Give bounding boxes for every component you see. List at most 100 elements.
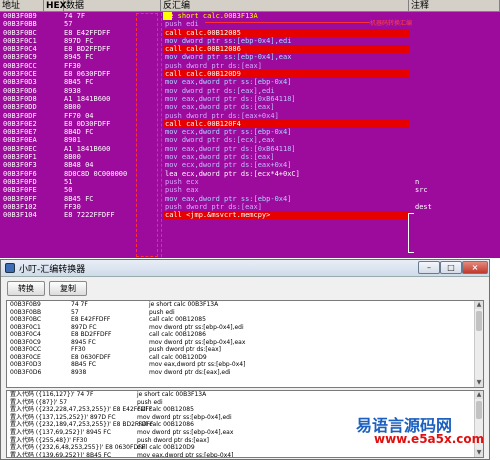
app-icon: [5, 263, 15, 273]
watermark-url: www.e5a5x.com: [374, 432, 485, 446]
line-inline-code: 置入代码 ({137,69,252})' 8945 FC: [10, 428, 111, 436]
row-hex-bytes: 8D0C8D 0C000000: [64, 169, 128, 178]
line-assembly: mov dword ptr ss:[ebp-0x4],eax: [137, 428, 234, 436]
row-hex-bytes: 8B48 04: [64, 161, 94, 170]
window-title: 小叮-汇编转换器: [19, 265, 86, 275]
column-header-disassembly[interactable]: 反汇编: [161, 0, 409, 12]
row-address: 00B3F0CE: [3, 70, 37, 79]
converter-titlebar[interactable]: 小叮-汇编转换器 – □ ×: [1, 260, 489, 277]
line-assembly: push dword ptr ds:[eax]: [149, 346, 222, 353]
input-textarea[interactable]: 00B3F0B9 74 7F je short calc 00B3F13A 00B3F…: [6, 300, 484, 388]
line-assembly: je short calc 00B3F13A: [137, 391, 207, 398]
input-line: 00B3F0BB 57 push edi: [7, 309, 483, 317]
row-hex-bytes: 50: [64, 186, 73, 195]
row-hex-bytes: FF30: [64, 202, 81, 211]
line-assembly: call calc 00B12085: [149, 316, 206, 323]
row-address: 00B3F0C9: [3, 53, 37, 62]
line-inline-code: 置入代码 ({232,189,47,253,255})' E8 BD2FFDFF: [10, 421, 154, 429]
line-hex: 897D FC: [71, 323, 97, 331]
line-address: 00B3F0D3: [10, 361, 42, 368]
row-address: 00B3F0E2: [3, 119, 37, 128]
annotation-label: 机器码转换汇编: [370, 20, 413, 27]
row-hex-bytes: A1 1841B600: [64, 144, 111, 153]
minimize-button[interactable]: –: [418, 261, 440, 274]
column-header-hex[interactable]: HEX: [44, 0, 67, 12]
row-hex-bytes: 8B45 FC: [64, 78, 94, 87]
line-assembly: mov dword ptr ss:[ebp-0x4],edi: [149, 323, 244, 331]
input-listing: 00B3F0B9 74 7F je short calc 00B3F13A 00B3F…: [7, 301, 483, 376]
line-hex: 8945 FC: [71, 338, 96, 346]
row-hex-bytes: 74 7F: [64, 12, 86, 20]
line-assembly: call calc 00B120D9: [149, 353, 207, 361]
input-line: 00B3F0C1 897D FC mov dword ptr ss:[ebp-0x4…: [7, 324, 483, 332]
row-address: 00B3F0CC: [3, 61, 37, 70]
row-address: 00B3F0C1: [3, 36, 37, 45]
input-line: 00B3F0B9 74 7F je short calc 00B3F13A: [7, 301, 483, 309]
line-assembly: call calc 00B12086: [137, 421, 194, 429]
input-line: 00B3F0D6 8938 mov dword ptr ds:[eax],edi: [7, 369, 483, 377]
column-header-address[interactable]: 地址: [0, 0, 44, 12]
row-hex-bytes: E8 0630FDFF: [64, 70, 111, 79]
annotation-arrow: [205, 22, 370, 23]
scroll-up-arrow-icon[interactable]: ▲: [475, 391, 483, 399]
row-hex-bytes: 8901: [64, 136, 81, 145]
convert-button[interactable]: 转换: [7, 281, 45, 296]
row-comment: dest: [415, 202, 432, 211]
row-hex-bytes: 8938: [64, 86, 81, 95]
scroll-up-arrow-icon[interactable]: ▲: [475, 301, 483, 309]
row-address: 00B3F0FD: [3, 177, 37, 186]
row-hex-bytes: 51: [64, 177, 73, 186]
close-button[interactable]: ×: [462, 261, 488, 274]
row-hex-bytes: E8 0D30FDFF: [64, 119, 111, 128]
column-header-data[interactable]: 数据: [64, 0, 161, 12]
maximize-button[interactable]: □: [440, 261, 462, 274]
row-address: 00B3F0F6: [3, 169, 37, 178]
input-line: 00B3F0C4 E8 BD2FFDFF call calc 00B12086: [7, 331, 483, 339]
row-address: 00B3F0FF: [3, 194, 37, 203]
line-hex: 8938: [71, 368, 87, 376]
output-scrollbar[interactable]: ▲ ▼: [474, 391, 483, 457]
row-address: 00B3F0EC: [3, 144, 37, 153]
copy-button[interactable]: 复制: [49, 281, 87, 296]
input-line: 00B3F0C9 8945 FC mov dword ptr ss:[ebp-0x4…: [7, 339, 483, 347]
annotation-box-machine-code: [136, 13, 158, 257]
scroll-down-arrow-icon[interactable]: ▼: [475, 449, 483, 457]
line-assembly: call calc 00B12086: [149, 331, 206, 338]
line-assembly: mov eax,dword ptr ss:[ebp-0x4]: [149, 361, 246, 368]
row-address: 00B3F0B9: [3, 12, 37, 20]
row-address: 00B3F0DF: [3, 111, 37, 120]
row-address: 00B3F104: [3, 211, 37, 220]
line-address: 00B3F0D6: [10, 368, 42, 376]
output-line: 置入代码 ({116,127})' 74 7F je short calc 00B…: [7, 391, 483, 399]
input-scrollbar[interactable]: ▲ ▼: [474, 301, 483, 387]
line-hex: FF30: [71, 346, 86, 353]
disassembler-header: 地址 HEX 数据 反汇编 注释: [0, 0, 500, 12]
row-comment: n: [415, 177, 420, 186]
output-line: 置入代码 ({139,69,252})' 8B45 FC mov eax,dwor…: [7, 451, 483, 458]
input-line: 00B3F0CC FF30 push dword ptr ds:[eax]: [7, 346, 483, 354]
row-address: 00B3F0BC: [3, 28, 37, 37]
row-comment: src: [415, 186, 428, 195]
scroll-thumb[interactable]: [476, 311, 482, 331]
row-hex-bytes: 897D FC: [64, 36, 94, 45]
row-address: 00B3F0D6: [3, 86, 37, 95]
row-hex-bytes: E8 BD2FFDFF: [64, 45, 111, 54]
row-hex-bytes: FF70 04: [64, 111, 94, 120]
row-hex-bytes: 8B4D FC: [64, 128, 94, 137]
line-assembly: call calc 00B120D9: [137, 444, 195, 452]
annotation-box-assembly: [161, 13, 409, 257]
line-address: 00B3F0BB: [10, 308, 42, 316]
row-hex-bytes: A1 1841B600: [64, 94, 111, 103]
row-address: 00B3F0C4: [3, 45, 37, 54]
input-line: 00B3F0CE E8 0630FDFF call calc 00B120D9: [7, 354, 483, 362]
row-hex-bytes: 8B45 FC: [64, 194, 94, 203]
scroll-thumb[interactable]: [476, 401, 482, 419]
row-address: 00B3F0BB: [3, 20, 37, 29]
line-assembly: mov eax,dword ptr ss:[ebp-0x4]: [137, 451, 234, 458]
row-address: 00B3F102: [3, 202, 37, 211]
line-address: 00B3F0CC: [10, 346, 42, 353]
line-address: 00B3F0C9: [10, 338, 41, 346]
column-header-comment[interactable]: 注释: [409, 0, 500, 12]
scroll-down-arrow-icon[interactable]: ▼: [475, 379, 483, 387]
row-address: 00B3F0D3: [3, 78, 37, 87]
